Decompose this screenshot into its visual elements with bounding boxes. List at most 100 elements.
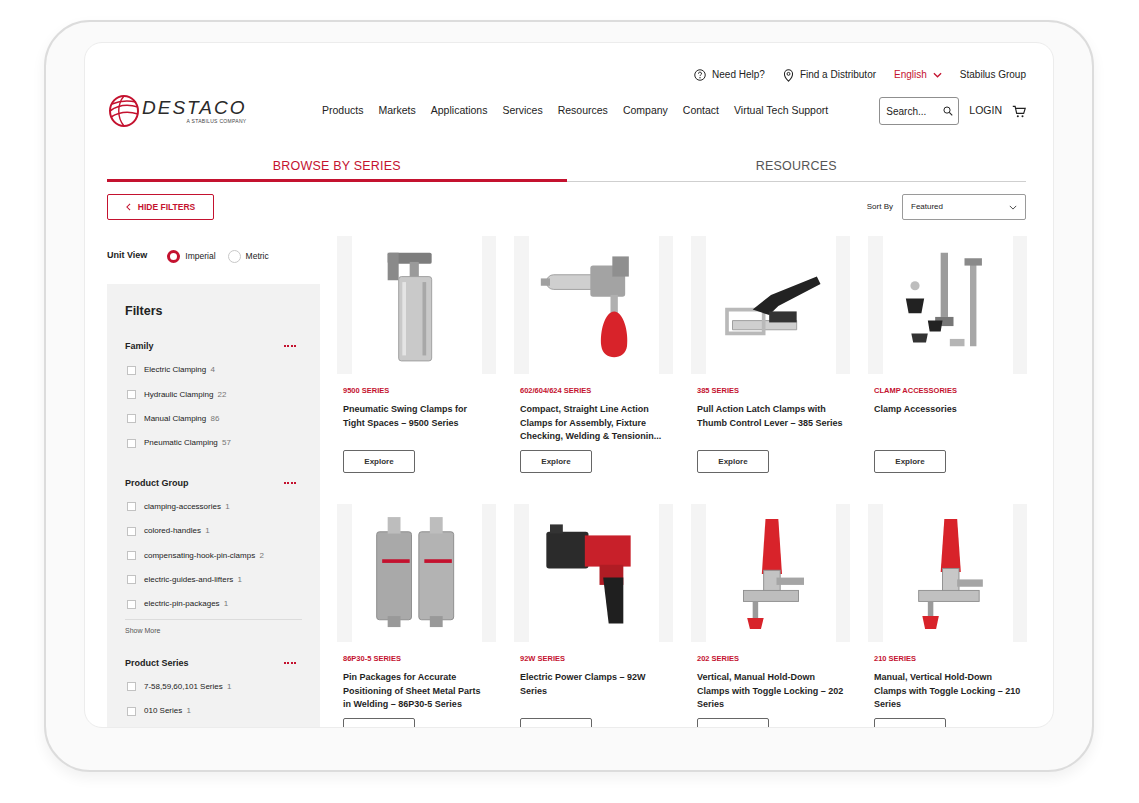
group-label[interactable]: Stabilus Group — [960, 66, 1026, 84]
product-title[interactable]: Manual, Vertical Hold-Down Clamps with T… — [868, 671, 1027, 712]
filter-label[interactable]: electric-guides-and-lifters — [144, 575, 233, 584]
product-image[interactable] — [337, 236, 496, 374]
sort-dropdown[interactable]: Featured — [902, 194, 1026, 220]
explore-button[interactable]: Explore — [520, 450, 592, 473]
language-label[interactable]: English — [894, 66, 927, 84]
explore-button[interactable] — [343, 718, 415, 728]
filter-label[interactable]: Manual Clamping — [144, 414, 206, 423]
filter-option[interactable]: Hydraulic Clamping 22 — [125, 382, 302, 406]
nav-link[interactable]: Contact — [683, 103, 719, 119]
chevron-down-icon[interactable] — [933, 72, 942, 78]
filter-checkbox[interactable] — [127, 527, 136, 536]
chevron-down-icon[interactable] — [1009, 205, 1017, 210]
logo-name[interactable]: DESTACO — [142, 98, 246, 118]
product-image[interactable] — [868, 236, 1027, 374]
product-title[interactable]: Pull Action Latch Clamps with Thumb Cont… — [691, 403, 850, 444]
explore-button[interactable] — [874, 718, 946, 728]
filter-label-wrap[interactable]: colored-handles 1 — [144, 525, 210, 537]
filter-checkbox[interactable] — [127, 551, 136, 560]
product-image[interactable] — [514, 504, 673, 642]
unit-radio[interactable]: Metric — [228, 250, 269, 263]
collapse-icon[interactable] — [284, 662, 296, 664]
product-title[interactable]: Electric Power Clamps – 92W Series — [514, 671, 673, 712]
filter-label-wrap[interactable]: 7-58,59,60,101 Series 1 — [144, 681, 231, 693]
product-image[interactable] — [868, 504, 1027, 642]
filter-label[interactable]: electric-pin-packages — [144, 599, 220, 608]
nav-link[interactable]: Applications — [431, 103, 488, 119]
filter-option[interactable]: electric-pin-packages 1 — [125, 592, 302, 616]
filter-label-wrap[interactable]: clamping-accessories 1 — [144, 501, 230, 513]
tab[interactable]: BROWSE BY SERIES — [107, 154, 567, 182]
filter-option[interactable]: 010 Series 1 — [125, 699, 302, 723]
filter-label-wrap[interactable]: electric-guides-and-lifters 1 — [144, 574, 242, 586]
chevron-left-icon[interactable] — [126, 203, 131, 211]
explore-button[interactable] — [520, 718, 592, 728]
login-link[interactable]: LOGIN — [969, 103, 1002, 119]
product-image[interactable] — [514, 236, 673, 374]
filter-checkbox[interactable] — [127, 502, 136, 511]
filter-label[interactable]: 010 Series — [144, 706, 182, 715]
filter-checkbox[interactable] — [127, 439, 136, 448]
filter-checkbox[interactable] — [127, 600, 136, 609]
product-photo[interactable] — [893, 245, 1003, 365]
nav-link[interactable]: Virtual Tech Support — [734, 103, 828, 119]
logo-globe-icon[interactable] — [107, 93, 139, 129]
radio-label[interactable]: Metric — [246, 250, 269, 263]
product-photo[interactable] — [362, 245, 472, 365]
filter-checkbox[interactable] — [127, 707, 136, 716]
nav-link[interactable]: Services — [502, 103, 542, 119]
nav-link[interactable]: Company — [623, 103, 668, 119]
explore-button[interactable] — [697, 718, 769, 728]
filter-group-header[interactable]: Product Group — [125, 476, 302, 490]
filter-option[interactable]: compensating-hook-pin-clamps 2 — [125, 543, 302, 567]
help-label[interactable]: Need Help? — [712, 66, 765, 84]
filter-option[interactable]: clamping-accessories 1 — [125, 495, 302, 519]
filter-option[interactable]: 7-58,59,60,101 Series 1 — [125, 675, 302, 699]
product-photo[interactable] — [716, 513, 826, 633]
logo[interactable]: DESTACOA STABILUS COMPANY — [107, 93, 322, 129]
product-title[interactable]: Compact, Straight Line Action Clamps for… — [514, 403, 673, 444]
filter-label[interactable]: compensating-hook-pin-clamps — [144, 551, 255, 560]
product-image[interactable] — [337, 504, 496, 642]
distributor-link[interactable]: Find a Distributor — [783, 66, 876, 84]
filter-label[interactable]: 7-58,59,60,101 Series — [144, 682, 223, 691]
filter-group-title[interactable]: Product Series — [125, 656, 189, 670]
search-box[interactable] — [879, 97, 959, 125]
filter-option[interactable]: electric-guides-and-lifters 1 — [125, 568, 302, 592]
product-photo[interactable] — [716, 245, 826, 365]
filter-group-title[interactable]: Product Group — [125, 476, 189, 490]
search-input[interactable] — [886, 104, 941, 119]
tab[interactable]: RESOURCES — [567, 154, 1027, 182]
logo-wordmark[interactable]: DESTACOA STABILUS COMPANY — [142, 98, 246, 124]
filter-group-header[interactable]: Product Series — [125, 656, 302, 670]
filter-checkbox[interactable] — [127, 414, 136, 423]
hide-filters-label[interactable]: HIDE FILTERS — [138, 201, 195, 214]
product-photo[interactable] — [362, 513, 472, 633]
product-title[interactable]: Pin Packages for Accurate Positioning of… — [337, 671, 496, 712]
filter-label-wrap[interactable]: electric-pin-packages 1 — [144, 598, 228, 610]
hide-filters-button[interactable]: HIDE FILTERS — [107, 194, 214, 220]
language-selector[interactable]: English — [894, 66, 942, 84]
radio-dot[interactable] — [228, 250, 241, 263]
product-photo[interactable] — [539, 513, 649, 633]
filter-checkbox[interactable] — [127, 575, 136, 584]
show-more-link[interactable]: Show More — [125, 619, 302, 636]
filter-group-title[interactable]: Family — [125, 339, 154, 353]
explore-button[interactable]: Explore — [874, 450, 946, 473]
product-photo[interactable] — [539, 245, 649, 365]
product-title[interactable]: Pneumatic Swing Clamps for Tight Spaces … — [337, 403, 496, 444]
collapse-icon[interactable] — [284, 345, 296, 347]
product-image[interactable] — [691, 504, 850, 642]
filter-checkbox[interactable] — [127, 682, 136, 691]
nav-link[interactable]: Markets — [378, 103, 415, 119]
product-title[interactable]: Vertical, Manual Hold-Down Clamps with T… — [691, 671, 850, 712]
help-link[interactable]: Need Help? — [694, 66, 765, 84]
filter-label-wrap[interactable]: 010 Series 1 — [144, 705, 191, 717]
sort-value[interactable]: Featured — [911, 201, 943, 213]
filter-option[interactable]: Electric Clamping 4 — [125, 358, 302, 382]
filter-checkbox[interactable] — [127, 366, 136, 375]
nav-link[interactable]: Resources — [558, 103, 608, 119]
explore-button[interactable]: Explore — [343, 450, 415, 473]
filter-label-wrap[interactable]: Electric Clamping 4 — [144, 364, 215, 376]
group-link[interactable]: Stabilus Group — [960, 66, 1026, 84]
